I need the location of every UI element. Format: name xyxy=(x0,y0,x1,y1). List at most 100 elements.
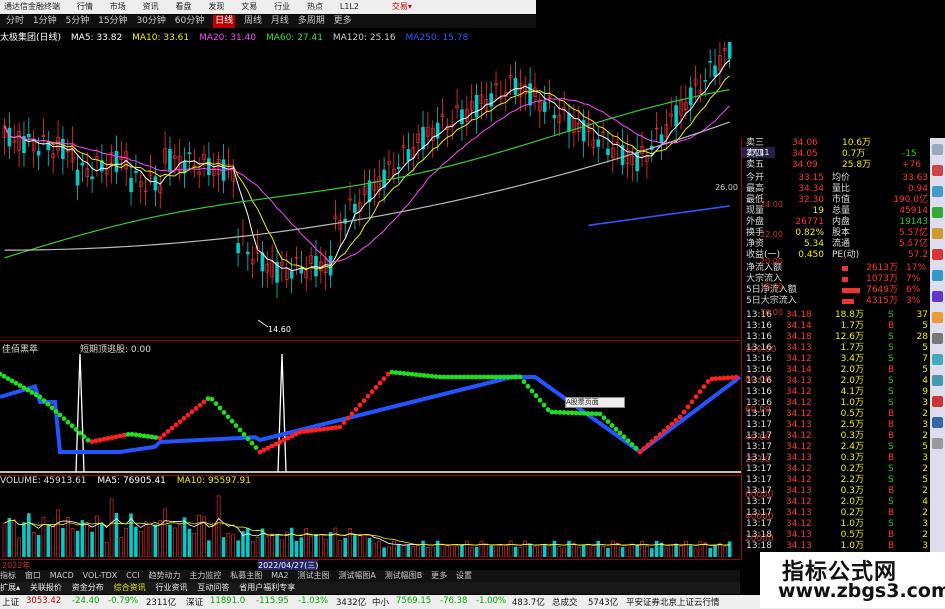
tab-ma2[interactable]: MA2 xyxy=(271,570,288,582)
period-60min[interactable]: 60分钟 xyxy=(175,15,204,28)
period-daily[interactable]: 日线 xyxy=(213,15,236,28)
help-icon[interactable] xyxy=(932,438,943,449)
tick-price: 34.12 xyxy=(786,409,812,419)
tab-private-main[interactable]: 私募主图 xyxy=(230,570,262,582)
user-icon[interactable] xyxy=(932,417,943,428)
period-monthly[interactable]: 月线 xyxy=(271,15,289,28)
sell-level-label: 卖五 xyxy=(746,160,765,170)
period-multi[interactable]: 多周期 xyxy=(298,15,325,28)
tick-row: 13:17 34.13 0.3万 B 3 xyxy=(742,453,930,464)
period-30min[interactable]: 30分钟 xyxy=(136,15,165,28)
chart-icon[interactable] xyxy=(932,186,943,197)
menu-quotes[interactable]: 行情 xyxy=(77,0,93,14)
flow-pct: 17% xyxy=(906,263,927,273)
tick-count: 4 xyxy=(922,497,928,507)
menu-discover[interactable]: 发现 xyxy=(208,0,224,14)
sz-index-name[interactable]: 深证 xyxy=(186,596,203,608)
stat-value: 19143 xyxy=(899,217,928,227)
star-icon[interactable] xyxy=(932,312,943,323)
zx-index-name[interactable]: 中小 xyxy=(372,596,389,608)
sz-index-change: -115.95 xyxy=(256,596,289,606)
menu-industry[interactable]: 行业 xyxy=(274,0,290,14)
calendar-icon[interactable] xyxy=(932,354,943,365)
stat-key: 均价 xyxy=(832,173,851,183)
tab-test-sub-b[interactable]: 测试幅图B xyxy=(385,570,423,582)
menu-news[interactable]: 资讯 xyxy=(143,0,159,14)
period-timeshare[interactable]: 分时 xyxy=(6,15,24,28)
menu-hot[interactable]: 热点 xyxy=(307,0,323,14)
flow-value: 7649万 xyxy=(866,285,898,295)
volume-ma5: MA5: 76905.41 xyxy=(97,476,166,486)
list-icon[interactable] xyxy=(932,165,943,176)
stock-page-popup[interactable]: A股票页面 xyxy=(565,397,625,408)
tab-settings[interactable]: 设置 xyxy=(456,570,472,582)
tick-side: S xyxy=(888,343,894,353)
btab-general-news[interactable]: 综合资讯 xyxy=(114,582,146,594)
btab-fund-distribution[interactable]: 资金分布 xyxy=(72,582,104,594)
menu-watch[interactable]: 看盘 xyxy=(176,0,192,14)
tick-side: S xyxy=(888,464,894,474)
broker-label: 平安证券北京上证云行情 xyxy=(626,598,720,608)
tick-side: S xyxy=(888,376,894,386)
tab-test-sub-a[interactable]: 测试幅图A xyxy=(338,570,375,582)
tick-row: 13:17 34.13 2.5万 B 3 xyxy=(742,420,930,431)
news-icon[interactable] xyxy=(932,228,943,239)
period-15min[interactable]: 15分钟 xyxy=(98,15,127,28)
sell-level-volume: 0.7万 xyxy=(842,149,866,159)
tab-indicator[interactable]: 指标 xyxy=(0,570,16,582)
info-icon[interactable] xyxy=(932,207,943,218)
tab-window[interactable]: 窗口 xyxy=(25,570,41,582)
y-tick-label: 16.00 xyxy=(760,308,783,317)
sell-level-volume: 10.6万 xyxy=(842,138,872,148)
tick-row: 13:16 34.18 12.6万 S 28 xyxy=(742,332,930,343)
tab-trend-power[interactable]: 趋势动力 xyxy=(149,570,181,582)
flag-icon[interactable] xyxy=(932,396,943,407)
fund-flow-row: 5日大宗流入 4315万 3% xyxy=(742,296,930,307)
tick-side: B xyxy=(888,321,895,331)
ma60-label: MA60: 27.41 xyxy=(265,33,323,42)
search-icon[interactable] xyxy=(932,375,943,386)
menu-text[interactable]: 文易 xyxy=(241,0,257,14)
tab-more[interactable]: 更多 xyxy=(431,570,447,582)
tick-count: 5 xyxy=(922,442,928,452)
sh-index-name[interactable]: 上证 xyxy=(2,596,19,608)
tick-time: 13:17 xyxy=(746,409,772,419)
stat-value: 19 xyxy=(812,206,824,216)
period-more[interactable]: 更多 xyxy=(334,15,352,28)
sz-index-pct: -1.03% xyxy=(298,596,329,606)
tick-time: 13:16 xyxy=(746,343,772,353)
grid-icon[interactable] xyxy=(932,144,943,155)
period-weekly[interactable]: 周线 xyxy=(244,15,262,28)
tick-volume: 2.0万 xyxy=(840,376,864,386)
btab-related-quotes[interactable]: 关联报价 xyxy=(30,582,62,594)
bell-icon[interactable] xyxy=(932,270,943,281)
kline-chart[interactable]: 14.60 26.00 xyxy=(0,42,741,338)
stat-value: 5.34 xyxy=(803,239,824,249)
period-5min[interactable]: 5分钟 xyxy=(66,15,90,28)
tab-vol-tdx[interactable]: VOL-TDX xyxy=(83,570,118,582)
ma10-line xyxy=(4,75,730,270)
volume-chart[interactable] xyxy=(0,487,741,557)
sell-level-change: +76 xyxy=(902,160,921,170)
tick-volume: 2.2万 xyxy=(840,475,864,485)
menu-l1l2[interactable]: L1L2 xyxy=(340,0,359,14)
period-1min[interactable]: 1分钟 xyxy=(33,15,57,28)
tick-time: 13:17 xyxy=(746,497,772,507)
tab-macd[interactable]: MACD xyxy=(50,570,74,582)
btab-expand[interactable]: 扩展▴ xyxy=(0,582,20,594)
indicator-chart[interactable] xyxy=(0,352,741,474)
tab-cci[interactable]: CCI xyxy=(126,570,140,582)
btab-user-welfare[interactable]: 省用户福利专享 xyxy=(239,582,295,594)
sh-index-change: -24.40 xyxy=(72,596,100,606)
gear-icon[interactable] xyxy=(932,333,943,344)
menu-market[interactable]: 市场 xyxy=(110,0,126,14)
rsi-icon[interactable] xyxy=(932,291,943,302)
warning-icon[interactable] xyxy=(932,249,943,260)
btab-industry-news[interactable]: 行业资讯 xyxy=(156,582,188,594)
tab-main-monitor[interactable]: 主力监控 xyxy=(189,570,221,582)
btab-qa[interactable]: 互动问答 xyxy=(197,582,229,594)
trade-menu[interactable]: 交易▾ xyxy=(392,0,412,14)
stat-value: 57.2 xyxy=(907,250,928,260)
tab-test-main[interactable]: 测试主图 xyxy=(297,570,329,582)
y-tick-label: 18.00 xyxy=(760,282,783,291)
